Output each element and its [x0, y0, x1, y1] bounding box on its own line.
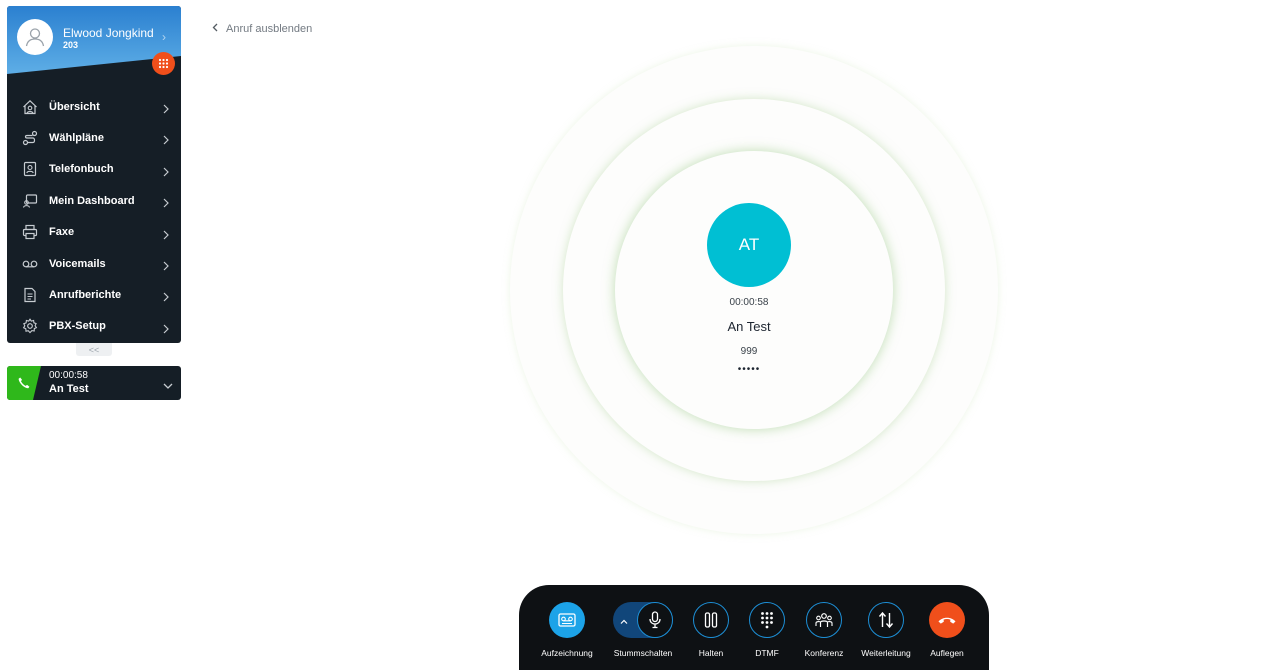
sidebar-item-label: Mein Dashboard: [49, 194, 135, 207]
sidebar-item-mein-dashboard[interactable]: Mein Dashboard: [7, 185, 181, 216]
hangup-label: Auflegen: [930, 648, 964, 658]
keypad-icon: [761, 612, 773, 629]
dialpad-icon: [158, 58, 169, 69]
sidebar: Elwood Jongkind 203 › Übersicht Wählplän…: [7, 6, 181, 343]
sidebar-item-label: Voicemails: [49, 257, 106, 270]
user-extension: 203: [63, 40, 79, 50]
route-icon: [21, 129, 39, 147]
caret-up-icon: [620, 613, 628, 631]
sidebar-item-voicemails[interactable]: Voicemails: [7, 248, 181, 279]
sidebar-item-waehlplaene[interactable]: Wählpläne: [7, 122, 181, 153]
sidebar-collapse-button[interactable]: <<: [76, 343, 112, 356]
sidebar-item-label: Anrufberichte: [49, 289, 122, 302]
hangup-control: Auflegen: [917, 602, 977, 658]
group-icon: [815, 613, 833, 627]
chevron-right-icon: [163, 321, 169, 339]
user-avatar: [17, 19, 53, 55]
call-status-dots: •••••: [737, 364, 761, 375]
caller-avatar: AT: [707, 203, 791, 287]
sidebar-item-label: Faxe: [49, 226, 75, 239]
sidebar-item-anrufberichte[interactable]: Anrufberichte: [7, 279, 181, 310]
sidebar-item-uebersicht[interactable]: Übersicht: [7, 91, 181, 122]
pause-icon: [704, 612, 718, 628]
hold-button[interactable]: [693, 602, 729, 638]
chevron-right-icon: [163, 227, 169, 245]
transfer-button[interactable]: [868, 602, 904, 638]
printer-icon: [21, 223, 39, 241]
chevron-right-icon: [163, 132, 169, 150]
chevron-left-icon: [212, 23, 218, 35]
sidebar-item-telefonbuch[interactable]: Telefonbuch: [7, 154, 181, 185]
chevron-right-icon: [163, 289, 169, 307]
microphone-icon: [649, 611, 661, 629]
phone-icon: [18, 377, 30, 389]
hide-call-label: Anruf ausblenden: [226, 23, 313, 35]
recorder-icon: [558, 613, 576, 627]
chevron-right-icon: [163, 258, 169, 276]
hold-label: Halten: [698, 648, 724, 658]
mute-button[interactable]: [637, 602, 673, 638]
dialpad-button[interactable]: [152, 52, 175, 75]
contacts-icon: [21, 160, 39, 178]
call-controls-bar: Aufzeichnung Stummschalten Halten DTMF K…: [519, 585, 989, 670]
sidebar-item-label: Wählpläne: [49, 132, 105, 145]
transfer-control: Weiterleitung: [856, 602, 916, 658]
sidebar-item-faxe[interactable]: Faxe: [7, 217, 181, 248]
chevron-right-icon: [163, 101, 169, 119]
dashboard-icon: [21, 192, 39, 210]
dtmf-button[interactable]: [749, 602, 785, 638]
report-icon: [21, 286, 39, 304]
inner-ring: [615, 151, 893, 429]
record-label: Aufzeichnung: [541, 648, 593, 658]
active-call-time: 00:00:58: [49, 370, 88, 381]
hangup-icon: [938, 617, 956, 624]
chevron-right-icon: ›: [162, 30, 166, 44]
active-call-name: An Test: [49, 383, 89, 395]
hide-call-link[interactable]: Anruf ausblenden: [212, 23, 312, 35]
user-icon: [25, 28, 45, 47]
conference-label: Konferenz: [804, 648, 844, 658]
gear-icon: [21, 317, 39, 335]
chevron-down-icon[interactable]: [163, 377, 173, 395]
mute-control: Stummschalten: [613, 602, 673, 658]
call-duration: 00:00:58: [729, 297, 769, 308]
record-button[interactable]: [549, 602, 585, 638]
sidebar-item-label: Übersicht: [49, 100, 100, 113]
hangup-button[interactable]: [929, 602, 965, 638]
sidebar-item-pbx-setup[interactable]: PBX-Setup: [7, 311, 181, 342]
mute-label: Stummschalten: [613, 648, 673, 658]
chevron-right-icon: [163, 195, 169, 213]
transfer-arrows-icon: [878, 611, 894, 629]
sidebar-item-label: Telefonbuch: [49, 163, 114, 176]
caller-number: 999: [740, 346, 758, 357]
dtmf-label: DTMF: [755, 648, 779, 658]
transfer-label: Weiterleitung: [861, 648, 911, 658]
conference-button[interactable]: [806, 602, 842, 638]
active-call-widget[interactable]: 00:00:58 An Test: [7, 366, 181, 400]
chevron-right-icon: [163, 164, 169, 182]
record-control: Aufzeichnung: [537, 602, 597, 658]
dtmf-control: DTMF: [737, 602, 797, 658]
home-icon: [21, 98, 39, 116]
sidebar-nav: Übersicht Wählpläne Telefonbuch Mein Das…: [7, 91, 181, 342]
caller-name: An Test: [727, 319, 771, 334]
sidebar-item-label: PBX-Setup: [49, 320, 106, 333]
hold-control: Halten: [681, 602, 741, 658]
call-rings: [510, 46, 998, 534]
user-name: Elwood Jongkind: [63, 26, 154, 40]
voicemail-icon: [21, 255, 39, 273]
user-header[interactable]: Elwood Jongkind 203 ›: [7, 6, 181, 86]
conference-control: Konferenz: [794, 602, 854, 658]
